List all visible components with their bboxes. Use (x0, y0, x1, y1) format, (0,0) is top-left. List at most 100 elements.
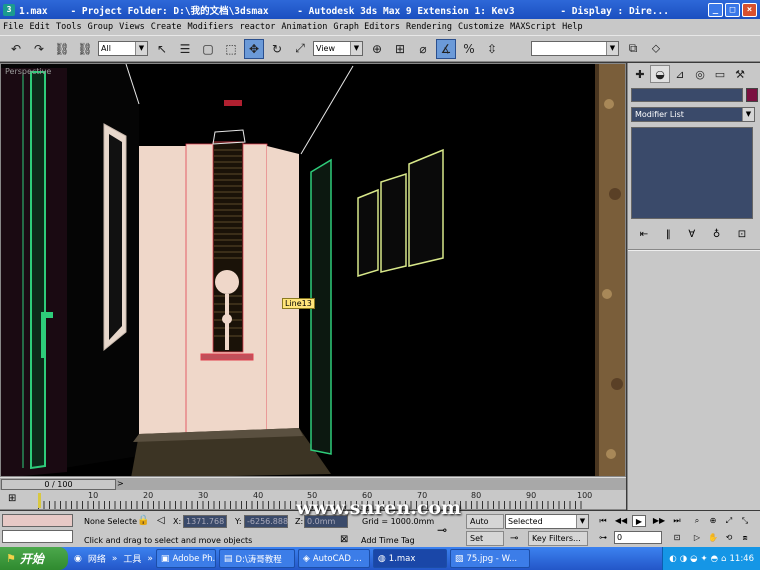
orbit-icon[interactable]: ⟲ (722, 532, 736, 544)
redo-icon[interactable]: ↷ (29, 39, 49, 59)
unlink-icon[interactable]: ⛓ (75, 39, 95, 59)
utilities-tab-icon[interactable]: ⚒ (730, 65, 750, 83)
task-folder[interactable]: ▤ D:\涛哥教程 (218, 549, 295, 568)
quick-launch-arrow-icon[interactable]: » (147, 554, 153, 564)
tray-icon[interactable]: ◑ (680, 554, 687, 564)
quick-launch-tools[interactable]: 工具 (123, 552, 141, 565)
time-configuration-icon[interactable]: ⊡ (670, 532, 684, 544)
menu-file[interactable]: File (0, 22, 26, 32)
set-key-button[interactable]: Set Key (466, 531, 504, 556)
menu-group[interactable]: Group (85, 22, 117, 32)
display-tab-icon[interactable]: ▭ (710, 65, 730, 83)
configure-sets-icon[interactable]: ⊡ (738, 229, 746, 240)
go-to-start-icon[interactable]: ⏮ (596, 515, 610, 527)
menu-animation[interactable]: Animation (278, 22, 330, 32)
menu-maxscript[interactable]: MAXScript (507, 22, 559, 32)
viewport-label[interactable]: Perspective (5, 67, 51, 76)
menu-customize[interactable]: Customize (455, 22, 507, 32)
zoom-extents-all-icon[interactable]: ⤡ (738, 515, 752, 527)
menu-graph-editors[interactable]: Graph Editors (330, 22, 403, 32)
angle-snap-icon[interactable]: ∡ (436, 38, 456, 59)
go-to-end-icon[interactable]: ⏭ (670, 515, 684, 527)
menu-tools[interactable]: Tools (53, 22, 85, 32)
zoom-extents-icon[interactable]: ⤢ (722, 515, 736, 527)
spinner-snap-icon[interactable]: ⇳ (482, 39, 502, 59)
create-tab-icon[interactable]: ✚ (630, 65, 650, 83)
next-frame-icon[interactable]: ▶▶ (652, 515, 666, 527)
manipulate-icon[interactable]: ⊞ (390, 39, 410, 59)
maximize-viewport-icon[interactable]: ⧈ (738, 532, 752, 544)
tray-icon[interactable]: ◐ (669, 554, 676, 564)
zoom-icon[interactable]: ⌕ (690, 515, 704, 527)
auto-key-button[interactable]: Auto Key (466, 514, 504, 539)
select-arrow-icon[interactable]: ↖ (152, 39, 172, 59)
rotate-icon[interactable]: ↻ (267, 39, 287, 59)
pan-icon[interactable]: ✋ (706, 532, 720, 544)
menu-create[interactable]: Create (148, 22, 185, 32)
show-end-result-icon[interactable]: ‖ (666, 229, 671, 240)
move-icon[interactable]: ✥ (244, 38, 264, 59)
maxscript-input-mini[interactable] (2, 530, 73, 543)
menu-rendering[interactable]: Rendering (403, 22, 455, 32)
task-3dsmax[interactable]: ◍ 1.max (372, 549, 447, 568)
task-photoshop[interactable]: ▣ Adobe Ph... (155, 549, 216, 568)
select-by-name-icon[interactable]: ☰ (175, 39, 195, 59)
time-slider-thumb[interactable]: 0 / 100 (1, 479, 116, 490)
menu-views[interactable]: Views (116, 22, 148, 32)
tray-icon[interactable]: ✦ (701, 554, 708, 564)
make-unique-icon[interactable]: ∀ (688, 229, 695, 240)
task-image-viewer[interactable]: ▧ 75.jpg - W... (449, 549, 530, 568)
pivot-icon[interactable]: ⊕ (367, 39, 387, 59)
reference-coord-dropdown[interactable]: View ▼ (313, 41, 363, 56)
snap-toggle-icon[interactable]: ⌀ (413, 39, 433, 59)
modifier-stack[interactable] (631, 127, 753, 219)
scale-icon[interactable]: ⤢ (290, 39, 310, 59)
quick-launch-arrow-icon[interactable]: » (112, 554, 118, 564)
align-icon[interactable]: ⬦ (646, 39, 666, 59)
motion-tab-icon[interactable]: ◎ (690, 65, 710, 83)
modifier-list-dropdown[interactable]: Modifier List ▼ (631, 107, 755, 122)
menu-edit[interactable]: Edit (26, 22, 52, 32)
lock-icon[interactable]: 🔒 (137, 515, 149, 526)
close-button[interactable]: × (742, 2, 757, 17)
object-color-swatch[interactable] (746, 88, 758, 102)
time-tag-icon[interactable]: ⊠ (340, 534, 348, 545)
menu-reactor[interactable]: reactor (237, 22, 279, 32)
transform-mode-icon[interactable]: ◁ (157, 515, 165, 526)
current-frame-input[interactable]: 0 (614, 531, 662, 544)
window-crossing-icon[interactable]: ⬚ (221, 39, 241, 59)
key-mode-dropdown[interactable]: Selected ▼ (505, 514, 589, 529)
named-selection-dropdown[interactable]: ▼ (531, 41, 619, 56)
menu-help[interactable]: Help (559, 22, 585, 32)
hierarchy-tab-icon[interactable]: ⊿ (670, 65, 690, 83)
undo-icon[interactable]: ↶ (6, 39, 26, 59)
tray-icon[interactable]: ◓ (711, 554, 718, 564)
next-frame-arrow-icon[interactable]: > (117, 479, 124, 488)
region-select-icon[interactable]: ▢ (198, 39, 218, 59)
quick-launch-network[interactable]: 网络 (88, 552, 106, 565)
field-of-view-icon[interactable]: ▷ (690, 532, 704, 544)
object-name-input[interactable] (631, 88, 743, 102)
add-time-tag-button[interactable]: Add Time Tag (361, 536, 415, 545)
selection-filter-dropdown[interactable]: All ▼ (98, 41, 148, 56)
tray-icon[interactable]: ⌂ (721, 554, 726, 564)
remove-modifier-icon[interactable]: ♁ (713, 229, 720, 240)
set-key-icon[interactable]: ⊸ (510, 533, 518, 544)
key-mode-toggle-icon[interactable]: ⊶ (596, 532, 610, 544)
clock[interactable]: 11:46 (730, 554, 755, 564)
mirror-icon[interactable]: ⧉ (623, 39, 643, 59)
play-icon[interactable]: ▶ (632, 515, 646, 527)
key-filters-button[interactable]: Key Filters... (528, 531, 588, 546)
curve-editor-icon[interactable]: ⊞ (8, 493, 16, 504)
minimize-button[interactable]: _ (708, 2, 723, 17)
tray-icon[interactable]: ◒ (690, 554, 697, 564)
maxscript-listener-mini[interactable] (2, 514, 73, 527)
perspective-viewport[interactable]: Perspective Line13 (0, 63, 626, 477)
task-autocad[interactable]: ◈ AutoCAD ... (297, 549, 370, 568)
pin-stack-icon[interactable]: ⇤ (640, 229, 648, 240)
x-coordinate-input[interactable]: 1371.768 (183, 515, 227, 528)
key-icon[interactable]: ⊸ (437, 523, 447, 537)
modify-tab-icon[interactable]: ◒ (650, 65, 670, 83)
y-coordinate-input[interactable]: -6256.888 (244, 515, 288, 528)
previous-frame-icon[interactable]: ◀◀ (614, 515, 628, 527)
